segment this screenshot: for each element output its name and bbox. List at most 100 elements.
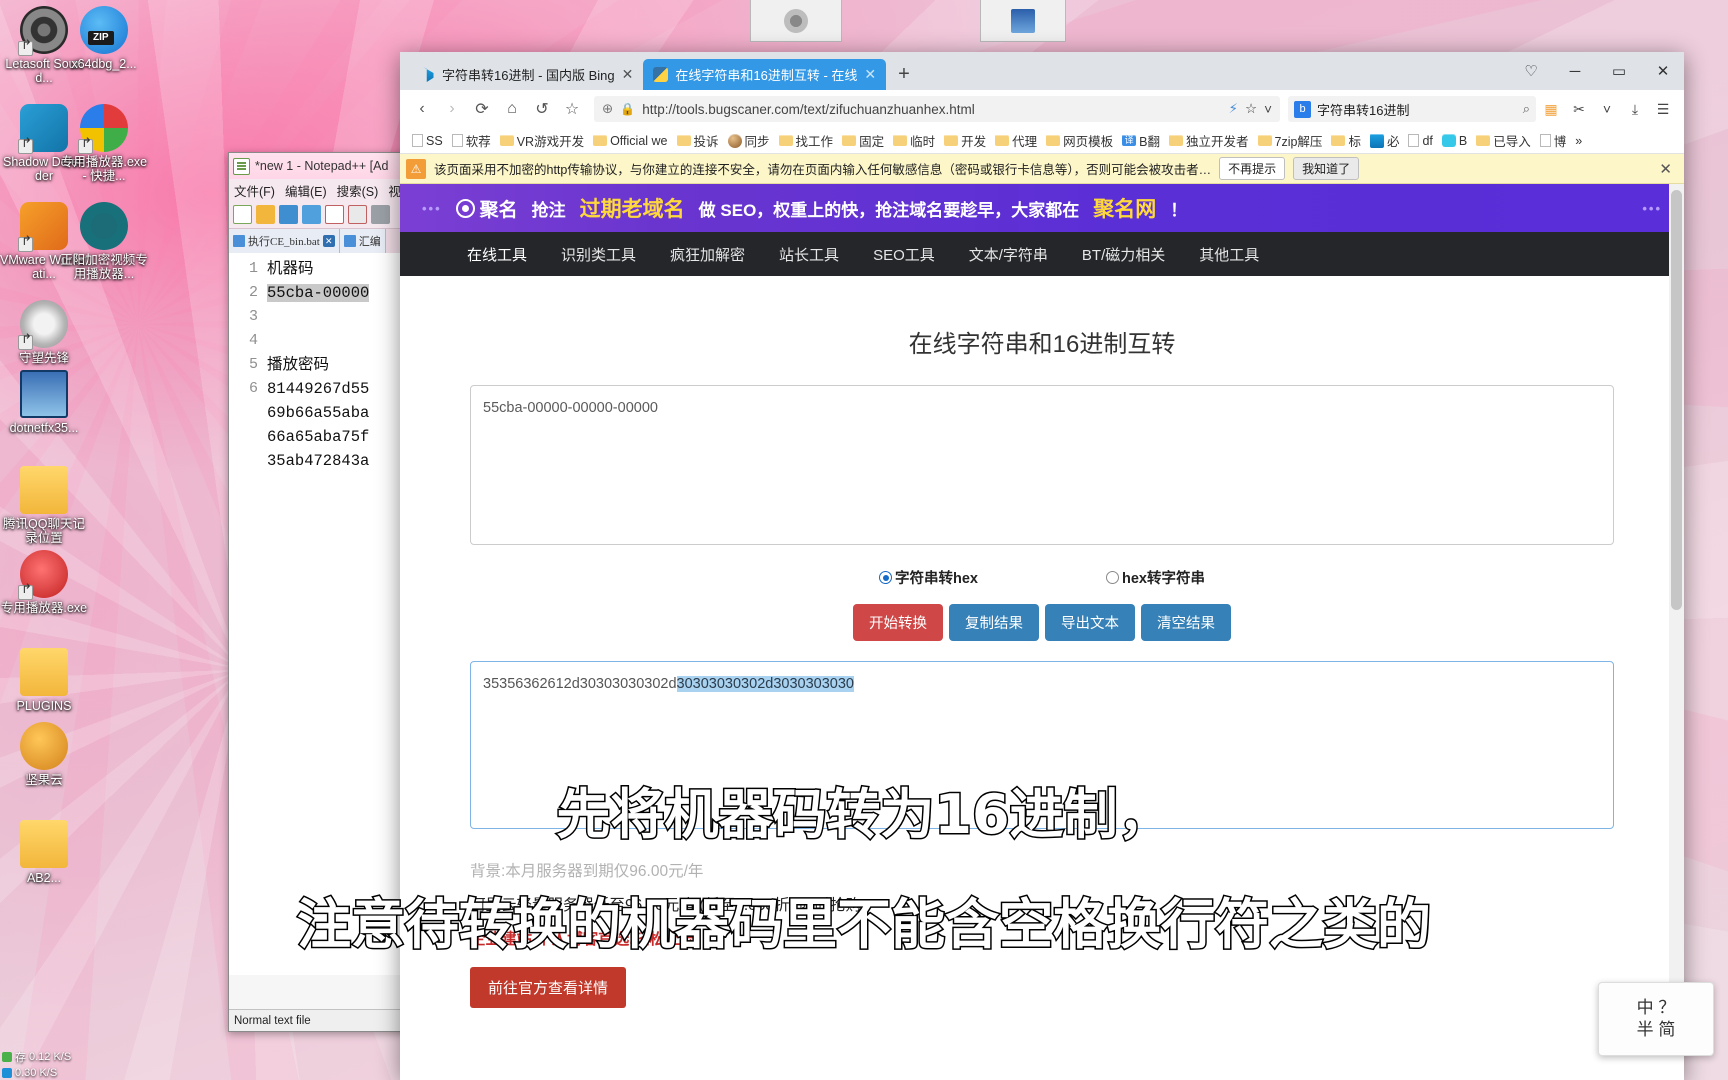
notepad-editor[interactable]: 123456 机器码 55cba-00000 播放密码 81449267d55 …	[229, 253, 412, 975]
start-convert-button[interactable]: 开始转换	[853, 604, 943, 641]
action-buttons[interactable]: 开始转换 复制结果 导出文本 清空结果	[470, 604, 1614, 641]
search-icon[interactable]: ⌕	[1523, 101, 1530, 117]
new-file-icon[interactable]	[233, 205, 252, 224]
menu-file[interactable]: 文件(F)	[234, 181, 275, 200]
bookmark-item[interactable]: Official we	[589, 132, 671, 150]
desktop-icon-x64dbg[interactable]: ZIP x64dbg_2...	[60, 6, 148, 71]
bookmark-item[interactable]: SS	[408, 132, 447, 150]
maximize-button[interactable]: ▭	[1598, 54, 1640, 88]
background-window-2[interactable]	[980, 0, 1066, 42]
bookmark-item[interactable]: VR游戏开发	[496, 129, 588, 152]
desktop-icon-overwatch[interactable]: 守望先锋	[0, 300, 88, 365]
desktop-icon-plugins[interactable]: PLUGINS	[0, 648, 88, 713]
desktop-icon-dotnetfx[interactable]: dotnetfx35...	[0, 370, 88, 435]
window-controls[interactable]: ♡ ─ ▭ ✕	[1510, 52, 1684, 90]
collections-grid-icon[interactable]: ▦	[1538, 96, 1564, 122]
notepad-menubar[interactable]: 文件(F) 编辑(E) 搜索(S) 视	[229, 179, 412, 201]
site-navigation[interactable]: 在线工具 识别类工具 疯狂加解密 站长工具 SEO工具 文本/字符串 BT/磁力…	[400, 232, 1684, 276]
nav-item-bt-magnet[interactable]: BT/磁力相关	[1065, 244, 1182, 265]
address-bar[interactable]: ⊕ 🔒 http://tools.bugscaner.com/text/zifu…	[594, 96, 1280, 122]
export-text-button[interactable]: 导出文本	[1045, 604, 1135, 641]
input-textarea[interactable]: 55cba-00000-00000-00000	[470, 385, 1614, 545]
menu-search[interactable]: 搜索(S)	[337, 181, 379, 200]
search-input[interactable]: 字符串转16进制	[1317, 100, 1517, 119]
browser-tab-2[interactable]: 在线字符串和16进制互转 - 在线 ✕	[643, 59, 887, 90]
desktop-icon-zhengyang[interactable]: 正阳加密视频专用播放器...	[60, 202, 148, 281]
ime-mode-line1[interactable]: 中 ？	[1637, 997, 1676, 1019]
web-capture-icon[interactable]: ✂	[1566, 96, 1592, 122]
notepad-toolbar[interactable]	[229, 201, 412, 229]
bookmark-item[interactable]: 软荐	[448, 129, 495, 152]
radio-hex-to-string[interactable]: hex转字符串	[1106, 567, 1205, 588]
browser-menu-icon[interactable]: ☰	[1650, 96, 1676, 122]
bookmark-item[interactable]: 代理	[991, 129, 1041, 152]
notepad-tab-active[interactable]: 执行CE_bin.bat ✕	[229, 229, 340, 253]
bookmark-item[interactable]: 开发	[940, 129, 990, 152]
save-icon[interactable]	[279, 205, 298, 224]
close-button[interactable]: ✕	[1642, 54, 1684, 88]
minimize-button[interactable]: ─	[1554, 54, 1596, 88]
shield-icon[interactable]: ⊕	[602, 101, 613, 117]
desktop-icon-player1[interactable]: 专用播放器.exe - 快捷...	[60, 104, 148, 183]
desktop-icon-player2[interactable]: 专用播放器.exe	[0, 550, 88, 615]
address-url[interactable]: http://tools.bugscaner.com/text/zifuchua…	[642, 102, 1221, 117]
bookmark-item[interactable]: B	[1438, 132, 1471, 150]
bookmark-item[interactable]: 同步	[724, 129, 774, 152]
bookmark-item[interactable]: 标	[1327, 129, 1365, 152]
close-file-icon[interactable]	[325, 205, 344, 224]
close-icon[interactable]: ✕	[322, 235, 335, 247]
favorite-heart-icon[interactable]: ♡	[1510, 54, 1552, 88]
notepad-titlebar[interactable]: *new 1 - Notepad++ [Ad	[229, 153, 412, 179]
bookmark-item[interactable]: 网页模板	[1042, 129, 1117, 152]
nav-item-text-string[interactable]: 文本/字符串	[952, 244, 1065, 265]
insecure-warning-bar[interactable]: ⚠ 该页面采用不加密的http传输协议，与你建立的连接不安全，请勿在页面内输入任…	[400, 154, 1684, 184]
radio-string-to-hex[interactable]: 字符串转hex	[879, 567, 978, 588]
site-ad-banner[interactable]: ••• 聚名 抢注 过期老域名 做 SEO，权重上的快，抢注域名要趁早，大家都在…	[400, 184, 1684, 232]
nav-item-other-tools[interactable]: 其他工具	[1182, 244, 1276, 265]
nav-item-seo-tools[interactable]: SEO工具	[856, 244, 952, 265]
bookmark-item[interactable]: 已导入	[1472, 129, 1535, 152]
nav-item-webmaster-tools[interactable]: 站长工具	[762, 244, 856, 265]
clear-result-button[interactable]: 清空结果	[1141, 604, 1231, 641]
close-icon[interactable]: ✕	[1653, 160, 1678, 178]
scrollbar-thumb[interactable]	[1671, 190, 1682, 610]
chevron-down-icon[interactable]: ˅	[1264, 102, 1272, 117]
new-tab-button[interactable]: +	[886, 63, 922, 90]
close-all-icon[interactable]	[348, 205, 367, 224]
browser-tab-1[interactable]: 字符串转16进制 - 国内版 Bing ✕	[410, 59, 644, 90]
history-icon[interactable]: ↺	[528, 95, 556, 123]
bookmarks-overflow-button[interactable]: »	[1571, 132, 1586, 150]
footer-ad-button[interactable]: 前往官方查看详情	[470, 967, 627, 1008]
star-icon[interactable]: ☆	[1245, 101, 1257, 117]
notepad-tabbar[interactable]: 执行CE_bin.bat ✕ 汇编	[229, 229, 412, 253]
lightning-icon[interactable]: ⚡	[1229, 101, 1238, 117]
ime-mode-line2[interactable]: 半 简	[1637, 1019, 1676, 1041]
nav-item-crypto-tools[interactable]: 疯狂加解密	[653, 244, 762, 265]
copy-result-button[interactable]: 复制结果	[949, 604, 1039, 641]
bookmark-star-icon[interactable]: ☆	[558, 95, 586, 123]
bookmark-item[interactable]: df	[1404, 132, 1436, 150]
bookmark-item[interactable]: 找工作	[775, 129, 838, 152]
bookmark-item[interactable]: 译 B翻	[1118, 129, 1164, 152]
bookmark-item[interactable]: 博	[1536, 129, 1571, 152]
nav-item-online-tools[interactable]: 在线工具	[450, 244, 544, 265]
bookmark-item[interactable]: 7zip解压	[1254, 129, 1327, 152]
home-icon[interactable]: ⌂	[498, 95, 526, 123]
forward-icon[interactable]: ›	[438, 95, 466, 123]
bookmarks-bar[interactable]: SS 软荐 VR游戏开发 Official we 投诉 同步 找工作 固定 临时…	[400, 128, 1684, 154]
save-all-icon[interactable]	[302, 205, 321, 224]
background-window-1[interactable]	[750, 0, 842, 42]
browser-navbar[interactable]: ‹ › ⟳ ⌂ ↺ ☆ ⊕ 🔒 http://tools.bugscaner.c…	[400, 90, 1684, 128]
browser-tabstrip[interactable]: 字符串转16进制 - 国内版 Bing ✕ 在线字符串和16进制互转 - 在线 …	[400, 52, 1684, 90]
bookmark-item[interactable]: 必	[1366, 129, 1404, 152]
chevron-down-icon[interactable]: ˅	[1594, 96, 1620, 122]
conversion-mode-radios[interactable]: 字符串转hex hex转字符串	[470, 567, 1614, 588]
back-icon[interactable]: ‹	[408, 95, 436, 123]
notepad-code-area[interactable]: 机器码 55cba-00000 播放密码 81449267d55 69b66a5…	[263, 253, 412, 975]
acknowledge-warning-button[interactable]: 我知道了	[1293, 157, 1360, 180]
radio-icon-unchecked[interactable]	[1106, 571, 1119, 584]
reload-icon[interactable]: ⟳	[468, 95, 496, 123]
close-icon[interactable]: ✕	[864, 66, 876, 83]
close-icon[interactable]: ✕	[622, 66, 634, 83]
ime-indicator[interactable]: 中 ？ 半 简	[1598, 982, 1714, 1056]
